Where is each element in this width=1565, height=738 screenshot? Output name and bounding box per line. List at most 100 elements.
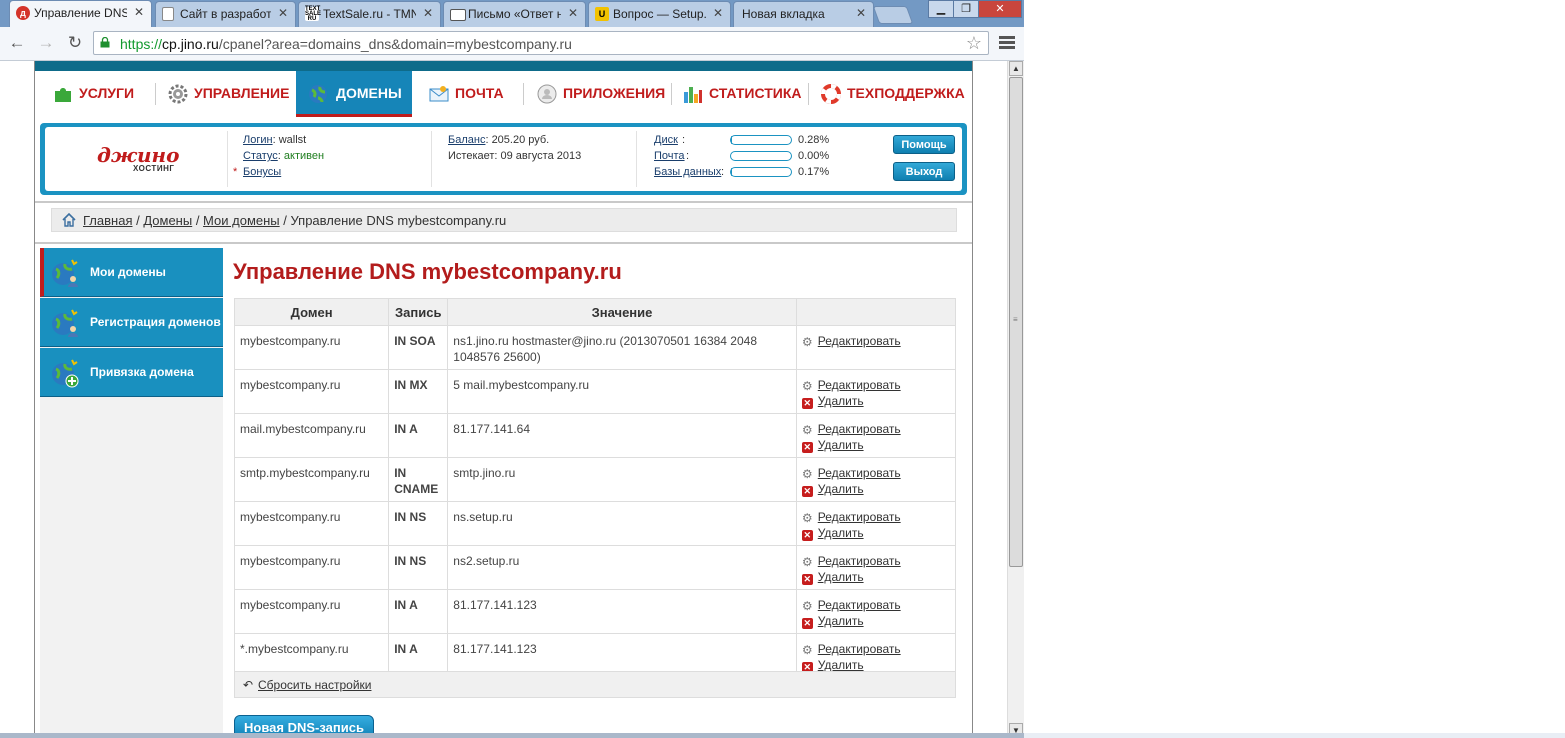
breadcrumb-my-domains[interactable]: Мои домены (203, 213, 280, 228)
scroll-up-arrow-icon[interactable]: ▲ (1009, 61, 1023, 76)
bar-chart-icon (684, 87, 702, 103)
page-icon (162, 7, 174, 21)
forward-arrow-icon[interactable]: → (36, 33, 56, 53)
close-window-button[interactable]: ✕ (978, 0, 1022, 18)
nav-statistics[interactable]: СТАТИСТИКА (683, 71, 803, 117)
breadcrumb-home[interactable]: Главная (83, 213, 132, 228)
mail-icon (450, 9, 466, 21)
gear-icon: ⚙ (801, 555, 813, 569)
scrollbar-thumb[interactable]: ≡ (1009, 77, 1023, 567)
browser-toolbar: ← → ↻ https://cp.jino.ru/cpanel?area=dom… (0, 27, 1024, 61)
jino-logo[interactable]: джино ХОСТИНГ (97, 143, 179, 175)
sidebar-item-domain-registration[interactable]: Регистрация доменов (40, 298, 223, 347)
delete-link[interactable]: Удалить (818, 570, 864, 584)
nav-label: УПРАВЛЕНИЕ (194, 85, 290, 101)
status-value: активен (283, 150, 325, 162)
browser-tab-4[interactable]: Письмо «Ответ на ✕ (443, 1, 586, 27)
delete-x-icon: ✕ (801, 618, 813, 629)
browser-tab-6[interactable]: Новая вкладка ✕ (733, 1, 874, 27)
domain-cell: mybestcompany.ru (233, 325, 390, 370)
account-panel: джино ХОСТИНГ Логин: wallst Статус: акти… (40, 123, 967, 195)
record-type-cell: IN MX (388, 369, 449, 414)
close-icon[interactable]: ✕ (856, 6, 866, 20)
browser-tab-5[interactable]: U Вопрос — Setup.r ✕ (588, 1, 731, 27)
tab-title: Вопрос — Setup.r (613, 7, 706, 21)
address-bar[interactable]: https://cp.jino.ru/cpanel?area=domains_d… (93, 31, 989, 55)
balance-link[interactable]: Баланс (448, 134, 485, 146)
main-nav: УСЛУГИ УПРАВЛЕНИЕ ДОМЕНЫ ПОЧТА ПРИЛОЖЕНИ… (35, 71, 972, 119)
delete-link[interactable]: Удалить (818, 658, 864, 672)
nav-services[interactable]: УСЛУГИ (53, 71, 153, 117)
nav-apps[interactable]: ПРИЛОЖЕНИЯ (537, 71, 665, 117)
bookmark-star-icon[interactable]: ☆ (966, 33, 982, 54)
mail-usage-bar (730, 151, 792, 161)
nav-mail[interactable]: ПОЧТА (429, 71, 519, 117)
table-header-row: Домен Запись Значение (233, 298, 957, 326)
globe-user-icon (52, 259, 78, 287)
tab-title: TextSale.ru - TMN (323, 7, 416, 21)
delete-link[interactable]: Удалить (818, 482, 864, 496)
actions-cell: ⚙ Редактировать ✕ Удалить (795, 457, 957, 502)
browser-tab-2[interactable]: Сайт в разработк ✕ (155, 1, 296, 27)
edit-link[interactable]: Редактировать (818, 378, 901, 392)
sidebar-item-my-domains[interactable]: Мои домены (40, 248, 223, 297)
browser-tab-1[interactable]: д Управление DNS п ✕ (9, 0, 152, 28)
edit-link[interactable]: Редактировать (818, 554, 901, 568)
envelope-icon (429, 86, 449, 102)
menu-icon[interactable] (999, 36, 1015, 50)
edit-link[interactable]: Редактировать (818, 422, 901, 436)
new-tab-button[interactable] (872, 6, 914, 24)
close-icon[interactable]: ✕ (134, 5, 144, 19)
main-content: Управление DNS mybestcompany.ru Домен За… (233, 248, 957, 738)
table-row: mybestcompany.ru IN MX 5 mail.mybestcompan… (233, 369, 957, 414)
home-icon[interactable] (62, 213, 76, 227)
delete-link[interactable]: Удалить (818, 394, 864, 408)
edit-link[interactable]: Редактировать (818, 466, 901, 480)
edit-link[interactable]: Редактировать (818, 510, 901, 524)
reset-settings-link[interactable]: Сбросить настройки (258, 678, 371, 692)
edit-action: ⚙ Редактировать (802, 509, 950, 525)
edit-link[interactable]: Редактировать (818, 598, 901, 612)
edit-link[interactable]: Редактировать (818, 642, 901, 656)
edit-action: ⚙ Редактировать (802, 597, 950, 613)
globe-add-icon (52, 359, 79, 388)
mail-link[interactable]: Почта (654, 148, 685, 164)
nav-domains[interactable]: ДОМЕНЫ (296, 71, 412, 117)
delete-link[interactable]: Удалить (818, 438, 864, 452)
bonus-link[interactable]: Бонусы (243, 166, 281, 178)
gear-icon: ⚙ (801, 643, 813, 657)
close-icon[interactable]: ✕ (568, 6, 578, 20)
databases-link[interactable]: Базы данных (654, 164, 721, 180)
reset-row: ↶ Сбросить настройки (234, 671, 956, 698)
usage-info: Диск: 0.28% Почта: 0.00% Базы данных: 0.… (654, 132, 894, 182)
gear-icon: ⚙ (801, 335, 813, 349)
delete-x-icon: ✕ (801, 398, 813, 409)
logout-button[interactable]: Выход (893, 162, 955, 181)
column-header (795, 298, 957, 326)
table-row: smtp.mybestcompany.ru IN CNAME smtp.jino.r… (233, 457, 957, 502)
back-arrow-icon[interactable]: ← (7, 33, 27, 53)
edit-link[interactable]: Редактировать (818, 334, 901, 348)
close-icon[interactable]: ✕ (278, 6, 288, 20)
minimize-button[interactable]: ▁ (928, 0, 954, 18)
vertical-scrollbar[interactable]: ▲ ≡ ▼ (1007, 61, 1024, 738)
record-type-cell: IN CNAME (388, 457, 449, 502)
delete-link[interactable]: Удалить (818, 614, 864, 628)
sidebar-item-domain-binding[interactable]: Привязка домена (40, 348, 223, 397)
maximize-button[interactable]: ❐ (953, 0, 979, 18)
record-type-cell: IN NS (388, 501, 449, 546)
close-icon[interactable]: ✕ (423, 6, 433, 20)
bonus-star-icon: * (233, 166, 238, 178)
dns-records-table: Домен Запись Значение mybestcompany.ru IN… (233, 298, 957, 678)
login-link[interactable]: Логин (243, 134, 273, 146)
reload-icon[interactable]: ↻ (65, 33, 85, 53)
close-icon[interactable]: ✕ (713, 6, 723, 20)
nav-management[interactable]: УПРАВЛЕНИЕ (168, 71, 293, 117)
disk-link[interactable]: Диск (654, 132, 678, 148)
status-link[interactable]: Статус (243, 150, 278, 162)
help-button[interactable]: Помощь (893, 135, 955, 154)
nav-support[interactable]: ТЕХПОДДЕРЖКА (821, 71, 965, 117)
breadcrumb-domains[interactable]: Домены (143, 213, 192, 228)
delete-link[interactable]: Удалить (818, 526, 864, 540)
browser-tab-3[interactable]: TEXT SALE RU TextSale.ru - TMN ✕ (298, 1, 441, 27)
